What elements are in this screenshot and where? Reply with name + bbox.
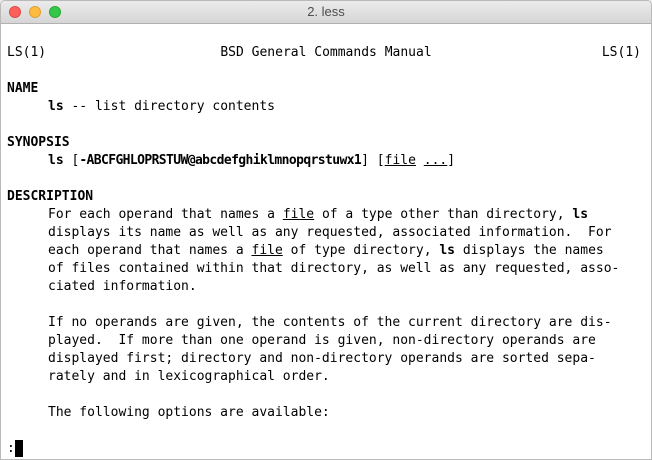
description-line: If no operands are given, the contents o… [48,315,612,330]
window-title: 2. less [307,4,345,19]
title-bar[interactable]: 2. less [1,1,651,24]
command-name: ls [48,99,64,114]
section-heading-name: NAME [7,81,39,96]
description-line: The following options are available: [48,405,330,420]
terminal-window: 2. less LS(1) BSD General Commands Manua… [0,0,652,460]
description-line: displayed first; directory and non-direc… [48,351,596,366]
description-line: played. If more than one operand is give… [48,333,596,348]
description-line: rately and in lexicographical order. [48,369,330,384]
terminal-content[interactable]: LS(1) BSD General Commands Manual LS(1) … [1,24,651,459]
synopsis-line: ls [-ABCFGHLOPRSTUW@abcdefghiklmnopqrstu… [48,153,456,168]
description-line: displays its name as well as any request… [48,225,612,240]
description-line: each operand that names a file of type d… [48,243,604,258]
man-header-center: BSD General Commands Manual [220,45,432,60]
section-heading-description: DESCRIPTION [7,189,94,204]
description-line: of files contained within that directory… [48,261,620,276]
name-line: ls -- list directory contents [48,99,275,114]
synopsis-flags: -ABCFGHLOPRSTUW@abcdefghiklmnopqrstuwx1 [79,153,362,168]
man-header-right: LS(1) [601,45,641,60]
description-line: For each operand that names a file of a … [48,207,589,222]
description-line: ciated information. [48,279,197,294]
less-prompt[interactable]: : [7,440,15,458]
text-cursor [15,440,23,457]
section-heading-synopsis: SYNOPSIS [7,135,70,150]
